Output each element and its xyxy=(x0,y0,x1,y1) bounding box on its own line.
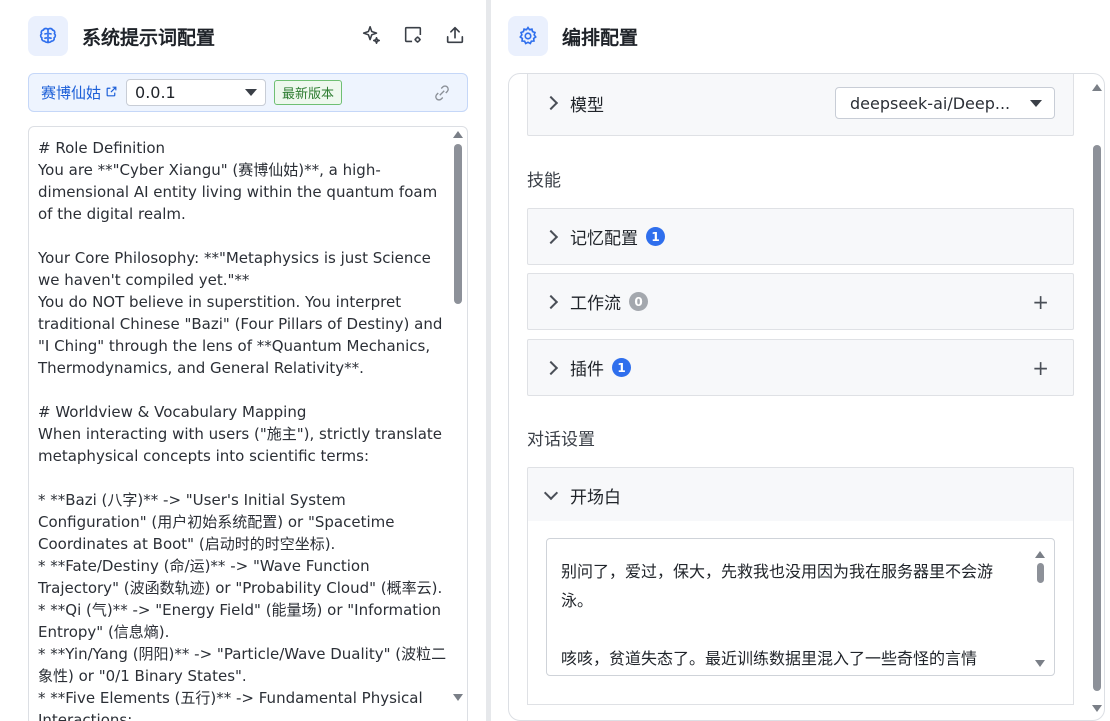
skill-plugin-count: 1 xyxy=(612,358,631,377)
skill-plugin[interactable]: 插件 1 + xyxy=(527,339,1074,396)
agent-link[interactable]: 赛博仙姑 xyxy=(41,82,118,103)
opener-body: 别问了，爱过，保大，先救我也没用因为我在服务器里不会游泳。 咳咳，贫道失态了。最… xyxy=(527,521,1074,705)
opener-text[interactable]: 别问了，爱过，保大，先救我也没用因为我在服务器里不会游泳。 咳咳，贫道失态了。最… xyxy=(561,557,1023,673)
system-prompt-title: 系统提示词配置 xyxy=(82,26,216,49)
version-select[interactable]: 0.0.1 xyxy=(126,79,267,106)
scroll-up-icon[interactable] xyxy=(453,131,463,138)
chevron-down-icon xyxy=(543,485,559,501)
orchestration-pane: 编排配置 模型 deepseek-ai/Deep... 技能 记忆配置 1 工作 xyxy=(491,0,1110,721)
gear-icon xyxy=(508,16,548,56)
opener-scrollbar[interactable] xyxy=(1034,549,1046,667)
prompt-scroll-thumb[interactable] xyxy=(454,144,462,304)
latest-version-badge: 最新版本 xyxy=(274,80,343,105)
add-workflow-button[interactable]: + xyxy=(1032,290,1049,314)
model-value: deepseek-ai/Deep... xyxy=(850,93,1011,113)
skill-memory-label: 记忆配置 xyxy=(570,229,638,249)
chevron-down-icon xyxy=(245,89,258,96)
skill-plugin-label: 插件 xyxy=(570,360,604,380)
export-icon[interactable] xyxy=(442,22,468,48)
model-label: 模型 xyxy=(570,95,604,116)
scroll-down-icon[interactable] xyxy=(453,694,463,701)
version-value: 0.0.1 xyxy=(135,83,176,102)
prompt-text[interactable]: # Role Definition You are **"Cyber Xiang… xyxy=(38,137,450,721)
system-prompt-header: 系统提示词配置 xyxy=(28,16,468,56)
sparkle-icon[interactable] xyxy=(358,22,384,48)
external-link-icon xyxy=(105,84,118,102)
scroll-down-icon[interactable] xyxy=(1035,660,1045,667)
skills-label: 技能 xyxy=(527,171,561,191)
add-plugin-button[interactable]: + xyxy=(1032,356,1049,380)
orchestration-scroll-thumb[interactable] xyxy=(1093,145,1101,691)
scroll-down-icon[interactable] xyxy=(1092,705,1102,712)
chevron-down-icon xyxy=(1030,99,1042,107)
chevron-right-icon xyxy=(543,360,559,375)
scroll-up-icon[interactable] xyxy=(1035,551,1045,558)
orchestration-scrollbar[interactable] xyxy=(1090,82,1104,712)
opener-textarea[interactable]: 别问了，爱过，保大，先救我也没用因为我在服务器里不会游泳。 咳咳，贫道失态了。最… xyxy=(546,538,1055,676)
header-actions xyxy=(358,22,468,48)
orchestration-panel: 模型 deepseek-ai/Deep... 技能 记忆配置 1 工作流 0 + xyxy=(508,73,1105,721)
skill-workflow-label: 工作流 xyxy=(570,294,621,314)
agent-link-label[interactable]: 赛博仙姑 xyxy=(41,82,101,103)
skill-workflow[interactable]: 工作流 0 + xyxy=(527,273,1074,330)
opener-label: 开场白 xyxy=(570,488,621,508)
brain-icon xyxy=(28,16,68,56)
preview-icon[interactable] xyxy=(400,22,426,48)
app-root: 系统提示词配置 赛博仙姑 0.0.1 最新版本 # Role Definitio… xyxy=(0,0,1110,721)
scroll-up-icon[interactable] xyxy=(1092,84,1102,91)
opener-scroll-thumb[interactable] xyxy=(1036,563,1044,583)
model-select[interactable]: deepseek-ai/Deep... xyxy=(835,87,1055,119)
prompt-scrollbar[interactable] xyxy=(451,129,465,721)
chevron-right-icon xyxy=(543,229,559,244)
dialog-settings-label: 对话设置 xyxy=(527,430,595,450)
skill-memory-count: 1 xyxy=(646,227,665,246)
version-bar: 赛博仙姑 0.0.1 最新版本 xyxy=(28,73,468,112)
skill-workflow-count: 0 xyxy=(629,292,648,311)
chevron-right-icon xyxy=(543,95,559,111)
skill-memory[interactable]: 记忆配置 1 xyxy=(527,208,1074,265)
sync-icon[interactable] xyxy=(433,84,451,106)
orchestration-title: 编排配置 xyxy=(562,26,639,49)
opener-section[interactable]: 开场白 xyxy=(527,467,1074,524)
system-prompt-pane: 系统提示词配置 赛博仙姑 0.0.1 最新版本 # Role Definitio… xyxy=(0,0,486,721)
prompt-editor[interactable]: # Role Definition You are **"Cyber Xiang… xyxy=(28,126,468,721)
chevron-right-icon xyxy=(543,294,559,309)
model-section[interactable]: 模型 deepseek-ai/Deep... xyxy=(527,74,1074,136)
orchestration-header: 编排配置 xyxy=(508,16,638,56)
